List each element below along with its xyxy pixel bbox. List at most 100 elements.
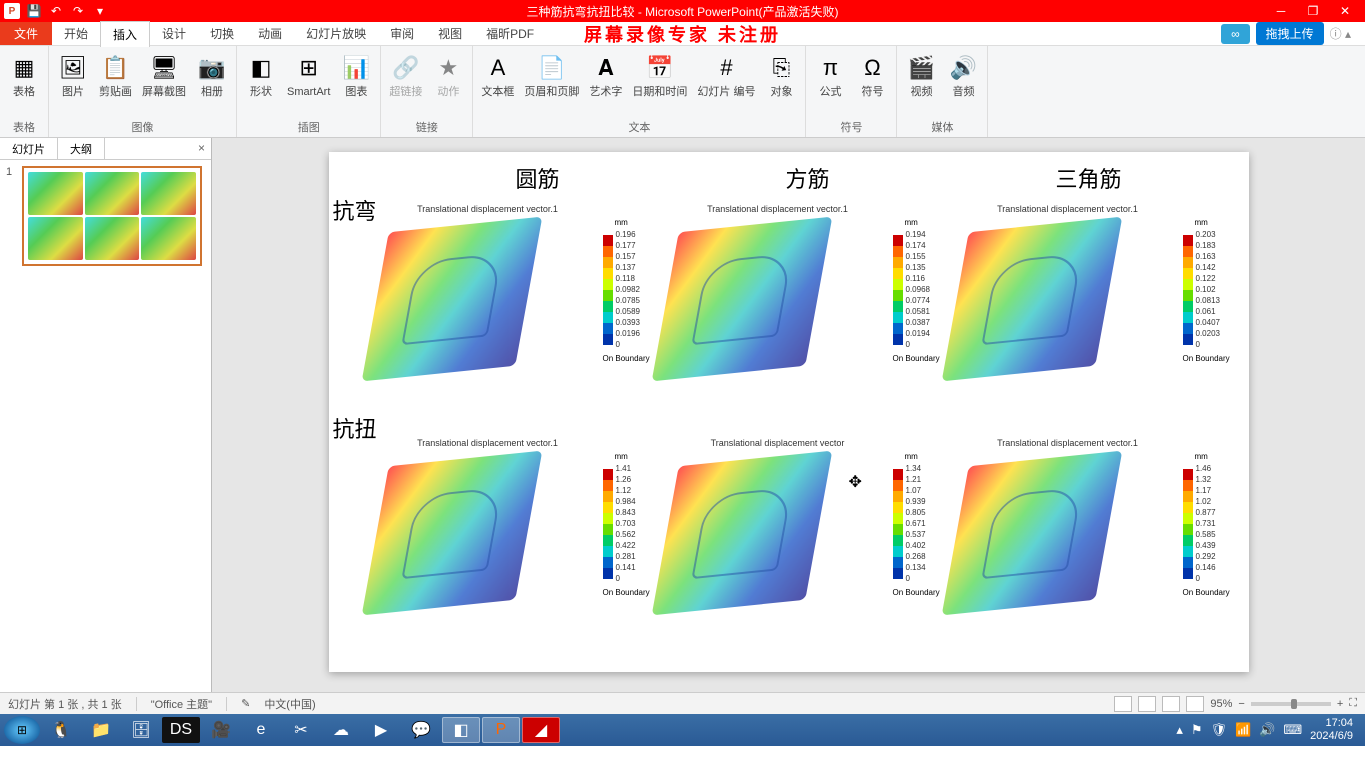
ribbon-item-images-2[interactable]: 🖥屏幕截图: [140, 50, 188, 101]
ribbon-group-label: 媒体: [903, 117, 981, 135]
ribbon-item-images-0[interactable]: 🖼图片: [55, 50, 91, 101]
tray-ime-icon[interactable]: ⌨: [1283, 722, 1302, 738]
plot-title: Translational displacement vector.1: [417, 438, 558, 448]
task-snip-icon[interactable]: ✂: [282, 717, 320, 743]
task-record-icon[interactable]: 🎥: [202, 717, 240, 743]
save-icon[interactable]: 💾: [26, 3, 42, 19]
ribbon-item-text-1[interactable]: 📄页眉和页脚: [522, 50, 581, 101]
ribbon-tab-7[interactable]: 视图: [426, 21, 474, 46]
ribbon-tab-8[interactable]: 福昕PDF: [474, 21, 546, 46]
legend-value: 1.26: [616, 474, 636, 485]
slide-editor[interactable]: 圆筋方筋三角筋 抗弯 抗扭 Translational displacement…: [212, 138, 1365, 692]
plot-title: Translational displacement vector.1: [997, 204, 1138, 214]
ribbon-item-symbols-0[interactable]: π公式: [812, 50, 848, 101]
ribbon-item-media-1[interactable]: 🔊音频: [945, 50, 981, 101]
ribbon-item-text-5[interactable]: ⎘对象: [763, 50, 799, 101]
fit-window-button[interactable]: ⛶: [1349, 697, 1357, 710]
ribbon-tab-1[interactable]: 插入: [100, 21, 150, 47]
legend-value: 0.061: [1196, 306, 1220, 317]
task-ds-icon[interactable]: DS: [162, 717, 200, 743]
legend-value: 0.177: [616, 240, 640, 251]
plot-2: Translational displacement vector.1 mm0.2…: [953, 202, 1235, 428]
zoom-out-button[interactable]: −: [1238, 698, 1244, 710]
ribbon-item-label: 表格: [13, 86, 35, 99]
ribbon-tab-3[interactable]: 切换: [198, 21, 246, 46]
taskbar: ⊞ 🐧 📁 🗄 DS 🎥 e ✂ ☁ ▶ 💬 ◧ P ◢ ▴ ⚑ 🛡 📶 🔊 ⌨…: [0, 714, 1365, 746]
legend-footer: On Boundary: [1183, 354, 1230, 363]
ribbon-group-label: 符号: [812, 117, 890, 135]
upload-button[interactable]: 拖拽上传: [1256, 22, 1324, 45]
task-video-icon[interactable]: ▶: [362, 717, 400, 743]
zoom-slider[interactable]: [1251, 702, 1331, 706]
legend-unit: mm: [893, 218, 918, 227]
language-label[interactable]: 中文(中国): [264, 696, 315, 712]
spellcheck-icon[interactable]: ✎: [241, 697, 250, 710]
reading-view-button[interactable]: [1162, 696, 1180, 712]
SmartArt-icon: ⊞: [293, 52, 325, 84]
slide-canvas[interactable]: 圆筋方筋三角筋 抗弯 抗扭 Translational displacement…: [329, 152, 1249, 672]
tab-outline[interactable]: 大纲: [58, 138, 105, 159]
ribbon-item-images-1[interactable]: 📋剪贴画: [97, 50, 134, 101]
legend-value: 0.537: [906, 529, 926, 540]
task-explorer-icon[interactable]: 📁: [82, 717, 120, 743]
close-panel-icon[interactable]: ×: [192, 138, 211, 159]
ribbon-tab-0[interactable]: 开始: [52, 21, 100, 46]
ribbon-item-label: 超链接: [389, 86, 422, 99]
legend-value: 0.0589: [616, 306, 640, 317]
tray-volume-icon[interactable]: 🔊: [1259, 722, 1275, 738]
tray-shield-icon[interactable]: 🛡: [1211, 722, 1228, 738]
theme-name: "Office 主题": [151, 696, 212, 712]
clock[interactable]: 17:04 2024/6/9: [1310, 717, 1353, 743]
undo-icon[interactable]: ↶: [48, 3, 64, 19]
color-legend: mm0.2030.1830.1630.1420.1220.1020.08130.…: [1183, 202, 1235, 428]
ribbon-item-illus-0[interactable]: ◧形状: [243, 50, 279, 101]
task-access-icon[interactable]: 🗄: [122, 717, 160, 743]
ribbon-item-tables-0[interactable]: ▦表格: [6, 50, 42, 101]
slideshow-view-button[interactable]: [1186, 696, 1204, 712]
cloud-button[interactable]: ∞: [1221, 24, 1250, 44]
task-ie-icon[interactable]: e: [242, 717, 280, 743]
ribbon-item-text-2[interactable]: 𝐀艺术字: [587, 50, 624, 101]
ribbon-item-symbols-1[interactable]: Ω符号: [854, 50, 890, 101]
start-button[interactable]: ⊞: [4, 716, 40, 744]
ribbon-item-media-0[interactable]: 🎬视频: [903, 50, 939, 101]
ribbon-item-illus-2[interactable]: 📊图表: [338, 50, 374, 101]
task-powerpoint-icon[interactable]: P: [482, 717, 520, 743]
ribbon-item-text-0[interactable]: A文本框: [479, 50, 516, 101]
ribbon-tab-4[interactable]: 动画: [246, 21, 294, 46]
maximize-button[interactable]: ❐: [1301, 3, 1325, 19]
minimize-button[interactable]: ─: [1269, 3, 1293, 19]
ribbon-item-illus-1[interactable]: ⊞SmartArt: [285, 50, 332, 101]
legend-value: 1.46: [1196, 463, 1216, 474]
close-button[interactable]: ✕: [1333, 3, 1357, 19]
tab-slides[interactable]: 幻灯片: [0, 138, 58, 159]
ribbon-tab-6[interactable]: 审阅: [378, 21, 426, 46]
task-amd-icon[interactable]: ◢: [522, 717, 560, 743]
task-qq-icon[interactable]: 🐧: [42, 717, 80, 743]
ribbon-item-text-4[interactable]: #幻灯片 编号: [695, 50, 757, 101]
task-cloud-icon[interactable]: ☁: [322, 717, 360, 743]
qat-more-icon[interactable]: ▾: [92, 3, 108, 19]
file-tab[interactable]: 文件: [0, 22, 52, 45]
slide-thumbnail[interactable]: [22, 166, 202, 266]
ribbon-item-text-3[interactable]: 📅日期和时间: [630, 50, 689, 101]
ribbon-tab-2[interactable]: 设计: [150, 21, 198, 46]
color-legend: mm1.411.261.120.9840.8430.7030.5620.4220…: [603, 436, 655, 662]
tray-network-icon[interactable]: 📶: [1235, 722, 1251, 738]
column-header-0: 圆筋: [515, 162, 559, 194]
ribbon-item-label: 视频: [910, 86, 932, 99]
ribbon-item-images-3[interactable]: 📷相册: [194, 50, 230, 101]
sorter-view-button[interactable]: [1138, 696, 1156, 712]
legend-value: 0: [1196, 339, 1220, 350]
ribbon-tab-5[interactable]: 幻灯片放映: [294, 21, 378, 46]
title-bar: P 💾 ↶ ↷ ▾ 三种筋抗弯抗扭比较 - Microsoft PowerPoi…: [0, 0, 1365, 22]
task-wechat-icon[interactable]: 💬: [402, 717, 440, 743]
redo-icon[interactable]: ↷: [70, 3, 86, 19]
plot-4: Translational displacement vectormm1.341…: [663, 436, 945, 662]
tray-flag-icon[interactable]: ⚑: [1191, 722, 1203, 738]
task-app1-icon[interactable]: ◧: [442, 717, 480, 743]
tray-up-icon[interactable]: ▴: [1176, 722, 1183, 738]
help-icon[interactable]: ⓘ ▴: [1330, 25, 1351, 42]
zoom-in-button[interactable]: +: [1337, 698, 1343, 710]
normal-view-button[interactable]: [1114, 696, 1132, 712]
